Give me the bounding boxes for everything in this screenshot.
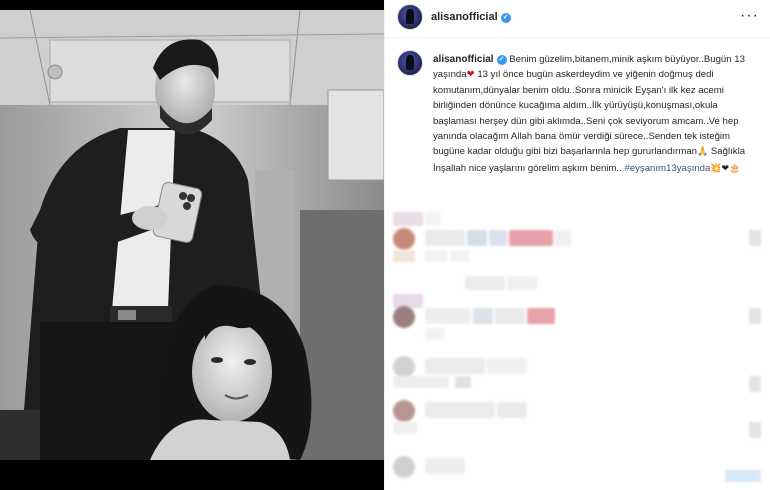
post-header: alisanofficial ✓ ··· (385, 0, 770, 38)
heart-emoji-icon: ❤ (466, 69, 475, 81)
caption-avatar[interactable] (397, 50, 423, 76)
author-username[interactable]: alisanofficial ✓ (431, 11, 511, 23)
caption-text: alisanofficial ✓ Benim güzelim,bitanem,mi… (433, 52, 761, 177)
comment-blurred (385, 374, 770, 398)
comment-blurred (385, 420, 770, 444)
more-options-icon[interactable]: ··· (740, 7, 759, 25)
verified-badge-icon: ✓ (500, 13, 511, 23)
pray-emoji-icon: 🙏 (697, 147, 709, 158)
caption-line-2: 13 yıl önce bugün askerdeydim ve yiğenin… (433, 69, 739, 158)
comment-blurred (385, 248, 770, 272)
comment-blurred (385, 456, 770, 482)
profile-avatar[interactable] (397, 4, 423, 30)
post-media[interactable] (0, 0, 384, 490)
photo-illustration (0, 10, 384, 460)
author-username-text[interactable]: alisanofficial (431, 11, 498, 23)
hashtag-link[interactable]: #eyşanım13yaşında (624, 163, 710, 174)
comment-blurred (385, 326, 770, 350)
post-photo[interactable] (0, 10, 384, 460)
caption-username[interactable]: alisanofficial (433, 54, 494, 65)
caption-verified-badge-icon: ✓ (496, 55, 507, 65)
post-sidebar: alisanofficial ✓ ··· alisanofficial ✓ Beni… (384, 0, 770, 490)
end-emojis-icon: 💥❤🎂 (710, 163, 741, 174)
